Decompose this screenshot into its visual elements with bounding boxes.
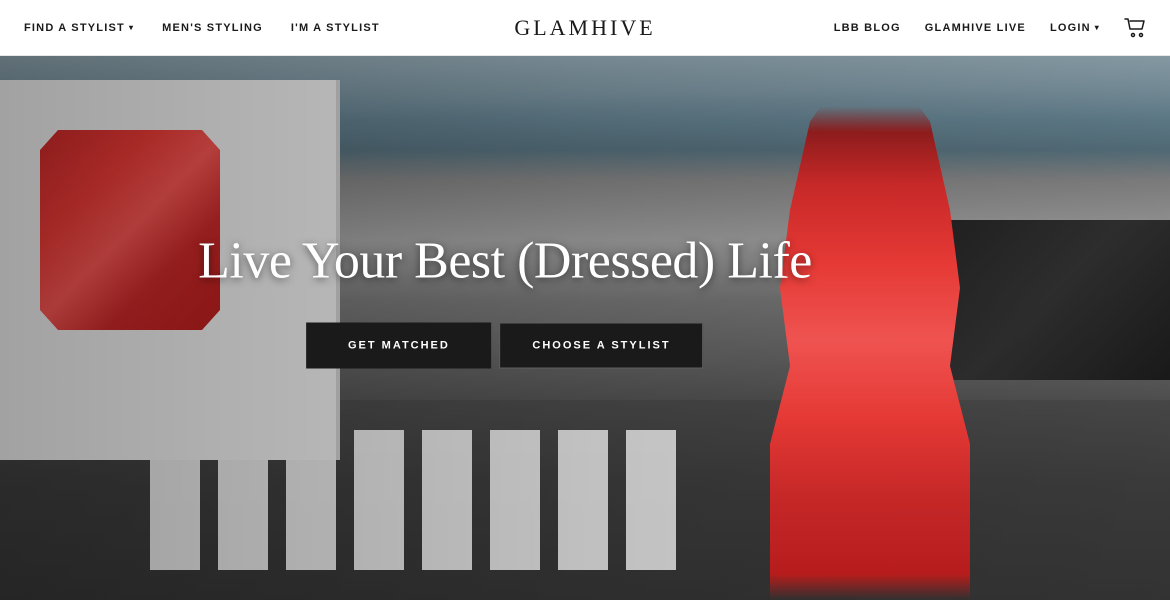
- cart-button[interactable]: [1124, 18, 1146, 38]
- navbar-right: LBB BLOG GLAMHIVE LIVE LOGIN ▾: [834, 18, 1146, 38]
- hero-buttons: GET MATCHED CHOOSE A STYLIST: [198, 323, 812, 369]
- hero-section: FIND A STYLIST ▾ MEN'S STYLING I'M A STY…: [0, 0, 1170, 600]
- cart-icon: [1124, 18, 1146, 38]
- login-label: LOGIN: [1050, 22, 1091, 34]
- login-nav[interactable]: LOGIN ▾: [1050, 22, 1100, 34]
- login-chevron: ▾: [1095, 23, 1100, 32]
- brand-logo[interactable]: GLAMHIVE: [514, 15, 655, 40]
- hero-content: Live Your Best (Dressed) Life GET MATCHE…: [198, 232, 812, 369]
- hero-headline: Live Your Best (Dressed) Life: [198, 232, 812, 291]
- im-stylist-nav[interactable]: I'M A STYLIST: [291, 22, 380, 34]
- get-matched-button[interactable]: GET MATCHED: [306, 323, 491, 369]
- find-stylist-nav[interactable]: FIND A STYLIST ▾: [24, 22, 134, 34]
- navbar-left: FIND A STYLIST ▾ MEN'S STYLING I'M A STY…: [24, 22, 380, 34]
- glamhive-live-nav[interactable]: GLAMHIVE LIVE: [925, 22, 1026, 34]
- find-stylist-chevron: ▾: [129, 23, 134, 32]
- find-stylist-label: FIND A STYLIST: [24, 22, 125, 34]
- lbb-blog-nav[interactable]: LBB BLOG: [834, 22, 901, 34]
- navbar: FIND A STYLIST ▾ MEN'S STYLING I'M A STY…: [0, 0, 1170, 56]
- choose-stylist-button[interactable]: CHOOSE A STYLIST: [499, 323, 703, 369]
- navbar-center: GLAMHIVE: [514, 15, 655, 41]
- mens-styling-nav[interactable]: MEN'S STYLING: [162, 22, 263, 34]
